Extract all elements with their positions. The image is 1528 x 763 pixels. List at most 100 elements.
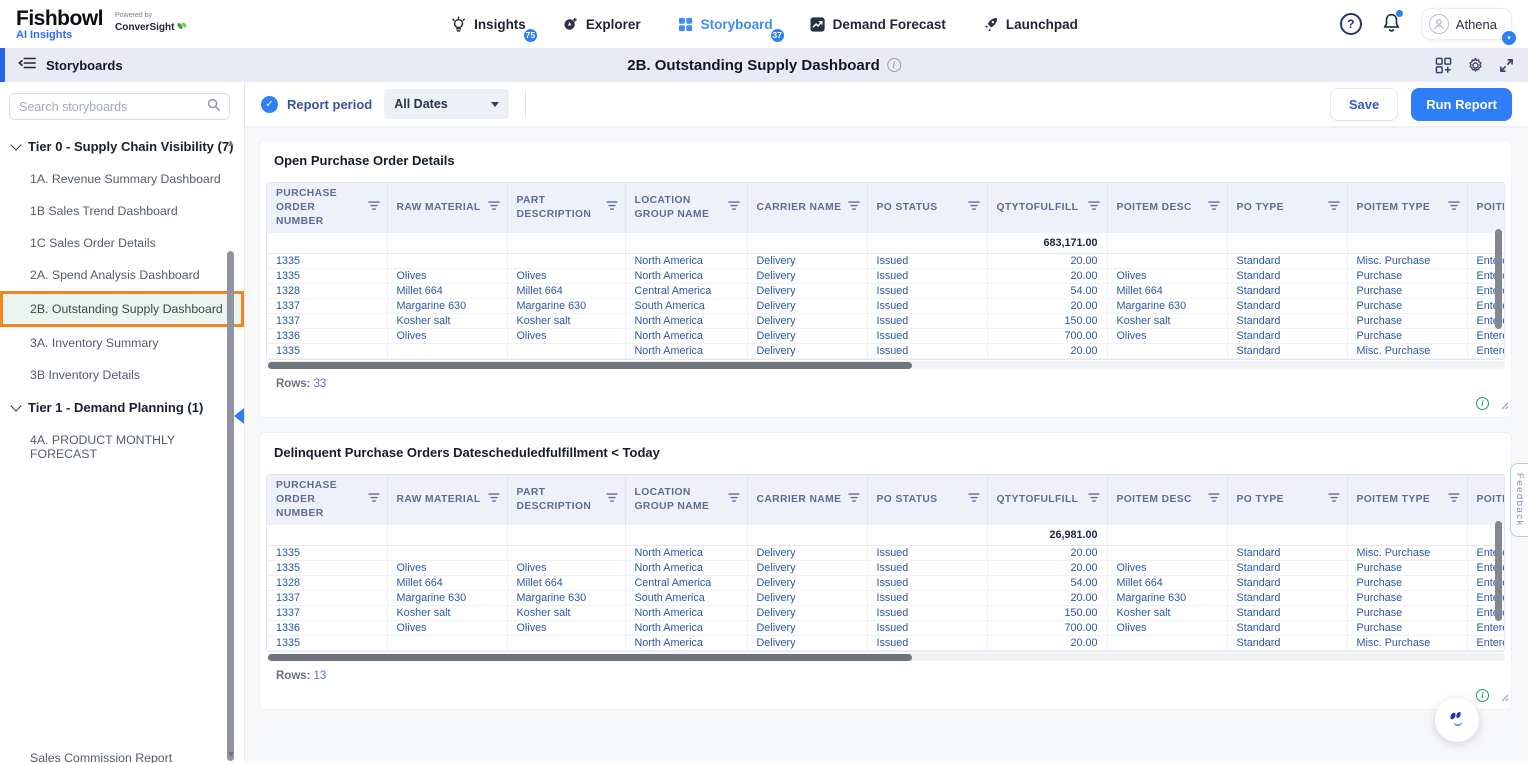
table-row[interactable]: 1337Kosher saltKosher saltNorth AmericaD… [267,606,1505,621]
table-row[interactable]: 1335OlivesOlivesNorth AmericaDeliveryIss… [267,561,1505,576]
table-row[interactable]: 1328Millet 664Millet 664Central AmericaD… [267,284,1505,299]
sidebar-item-4a-product-monthly-forecast[interactable]: 4A. PRODUCT MONTHLY FORECAST [0,424,244,470]
scrollbar-thumb[interactable] [227,251,234,761]
column-header[interactable]: CARRIER NAME [747,183,867,233]
filter-icon[interactable] [488,200,500,215]
filter-icon[interactable] [968,493,980,508]
resize-handle-icon[interactable] [1501,689,1509,707]
filter-icon[interactable] [1088,200,1100,215]
table-row[interactable]: 1335North AmericaDeliveryIssued20.00Stan… [267,254,1505,269]
scroll-up-icon[interactable]: ▲ [226,138,236,148]
widget-info-icon[interactable]: i [1476,689,1489,702]
add-widget-icon[interactable] [1435,57,1452,74]
user-menu[interactable]: Athena ▾ [1421,8,1512,40]
column-header[interactable]: POITEM TYPE [1347,183,1467,233]
expand-icon[interactable] [1499,58,1514,73]
sidebar-item-2b-outstanding-supply-dashboard[interactable]: 2B. Outstanding Supply Dashboard [0,291,244,327]
search-input[interactable] [19,100,201,114]
table-row[interactable]: 1335North AmericaDeliveryIssued20.00Stan… [267,344,1505,359]
column-header[interactable]: POITEM DESC [1107,475,1227,525]
filter-icon[interactable] [368,200,380,215]
feedback-tab[interactable]: Feedback [1510,463,1528,537]
horizontal-scrollbar-thumb[interactable] [268,362,912,369]
column-header[interactable]: POITEM TYPE [1347,475,1467,525]
settings-gear-icon[interactable] [1467,57,1484,74]
column-header[interactable]: RAW MATERIAL [387,475,507,525]
column-header[interactable]: QTYTOFULFILL [987,183,1107,233]
table-row[interactable]: 1337Margarine 630Margarine 630South Amer… [267,299,1505,314]
column-header[interactable]: LOCATION GROUP NAME [625,183,747,233]
column-header[interactable]: POITEM DESC [1107,183,1227,233]
storyboards-list-icon[interactable] [18,56,36,75]
filter-icon[interactable] [606,493,618,508]
column-header[interactable]: PART DESCRIPTION [507,183,625,233]
sidebar-group-1[interactable]: Tier 1 - Demand Planning (1) [0,391,244,424]
nav-item-launchpad[interactable]: Launchpad [982,16,1078,33]
filter-icon[interactable] [728,200,740,215]
filter-icon[interactable] [1328,200,1340,215]
column-header[interactable]: RAW MATERIAL [387,183,507,233]
filter-icon[interactable] [1208,200,1220,215]
table-row[interactable]: 1336OlivesOlivesNorth AmericaDeliveryIss… [267,329,1505,344]
summary-row[interactable]: 26,981.00 [267,525,1505,546]
table-row[interactable]: 1335North AmericaDeliveryIssued20.00Stan… [267,546,1505,561]
table-row[interactable]: 1335OlivesOlivesNorth AmericaDeliveryIss… [267,269,1505,284]
sidebar-item-1c-sales-order-details[interactable]: 1C Sales Order Details [0,227,244,259]
filter-icon[interactable] [606,200,618,215]
nav-item-explorer[interactable]: Explorer [562,16,641,33]
column-header[interactable]: PURCHASE ORDER NUMBER [267,183,387,233]
horizontal-scrollbar-thumb[interactable] [268,654,912,661]
sidebar-item-3b-inventory-details[interactable]: 3B Inventory Details [0,359,244,391]
column-header[interactable]: POITE [1467,183,1505,233]
table-row[interactable]: 1336OlivesOlivesNorth AmericaDeliveryIss… [267,621,1505,636]
storyboard-search[interactable] [9,93,230,120]
table-row[interactable]: 1337Kosher saltKosher saltNorth AmericaD… [267,314,1505,329]
vertical-scrollbar-thumb[interactable] [1495,229,1502,329]
nav-item-insights[interactable]: Insights75 [450,16,526,33]
column-header[interactable]: POITE [1467,475,1505,525]
table-row[interactable]: 1335North AmericaDeliveryIssued20.00Stan… [267,636,1505,651]
filter-icon[interactable] [848,493,860,508]
sidebar-item-3a-inventory-summary[interactable]: 3A. Inventory Summary [0,327,244,359]
sidebar-item-2a-spend-analysis-dashboard[interactable]: 2A. Spend Analysis Dashboard [0,259,244,291]
sidebar-item-1a-revenue-summary-dashboard[interactable]: 1A. Revenue Summary Dashboard [0,163,244,195]
sidebar-item-partial[interactable]: Sales Commission Report [30,751,172,763]
column-header[interactable]: PART DESCRIPTION [507,475,625,525]
horizontal-scrollbar[interactable] [266,361,1505,369]
resize-handle-icon[interactable] [1501,397,1509,415]
report-period-dropdown[interactable]: All Dates [384,89,509,119]
info-icon[interactable]: i [887,58,901,72]
notification-bell-icon[interactable] [1382,12,1401,37]
sidebar-collapse-icon[interactable] [234,408,244,424]
vertical-scrollbar-thumb[interactable] [1495,521,1502,621]
sidebar-scrollbar[interactable]: ▲ ▼ [226,138,236,759]
filter-icon[interactable] [1208,493,1220,508]
filter-icon[interactable] [728,493,740,508]
column-header[interactable]: CARRIER NAME [747,475,867,525]
filter-icon[interactable] [1448,493,1460,508]
column-header[interactable]: QTYTOFULFILL [987,475,1107,525]
filter-icon[interactable] [1328,493,1340,508]
column-header[interactable]: PO STATUS [867,183,987,233]
filter-icon[interactable] [1448,200,1460,215]
widget-info-icon[interactable]: i [1476,397,1489,410]
report-period-checkbox[interactable]: ✓ [261,96,278,113]
save-button[interactable]: Save [1330,88,1398,121]
nav-item-demand-forecast[interactable]: Demand Forecast [809,16,946,33]
run-report-button[interactable]: Run Report [1411,88,1512,121]
search-icon[interactable] [207,98,220,116]
column-header[interactable]: PURCHASE ORDER NUMBER [267,475,387,525]
horizontal-scrollbar[interactable] [266,653,1505,661]
table-row[interactable]: 1328Millet 664Millet 664Central AmericaD… [267,576,1505,591]
help-icon[interactable]: ? [1340,13,1362,35]
sidebar-item-1b-sales-trend-dashboard[interactable]: 1B Sales Trend Dashboard [0,195,244,227]
filter-icon[interactable] [488,493,500,508]
table-row[interactable]: 1337Margarine 630Margarine 630South Amer… [267,591,1505,606]
filter-icon[interactable] [1088,493,1100,508]
filter-icon[interactable] [368,493,380,508]
sidebar-group-0[interactable]: Tier 0 - Supply Chain Visibility (7) [0,130,244,163]
scroll-down-icon[interactable]: ▼ [226,749,236,759]
filter-icon[interactable] [848,200,860,215]
filter-icon[interactable] [968,200,980,215]
summary-row[interactable]: 683,171.00 [267,233,1505,254]
